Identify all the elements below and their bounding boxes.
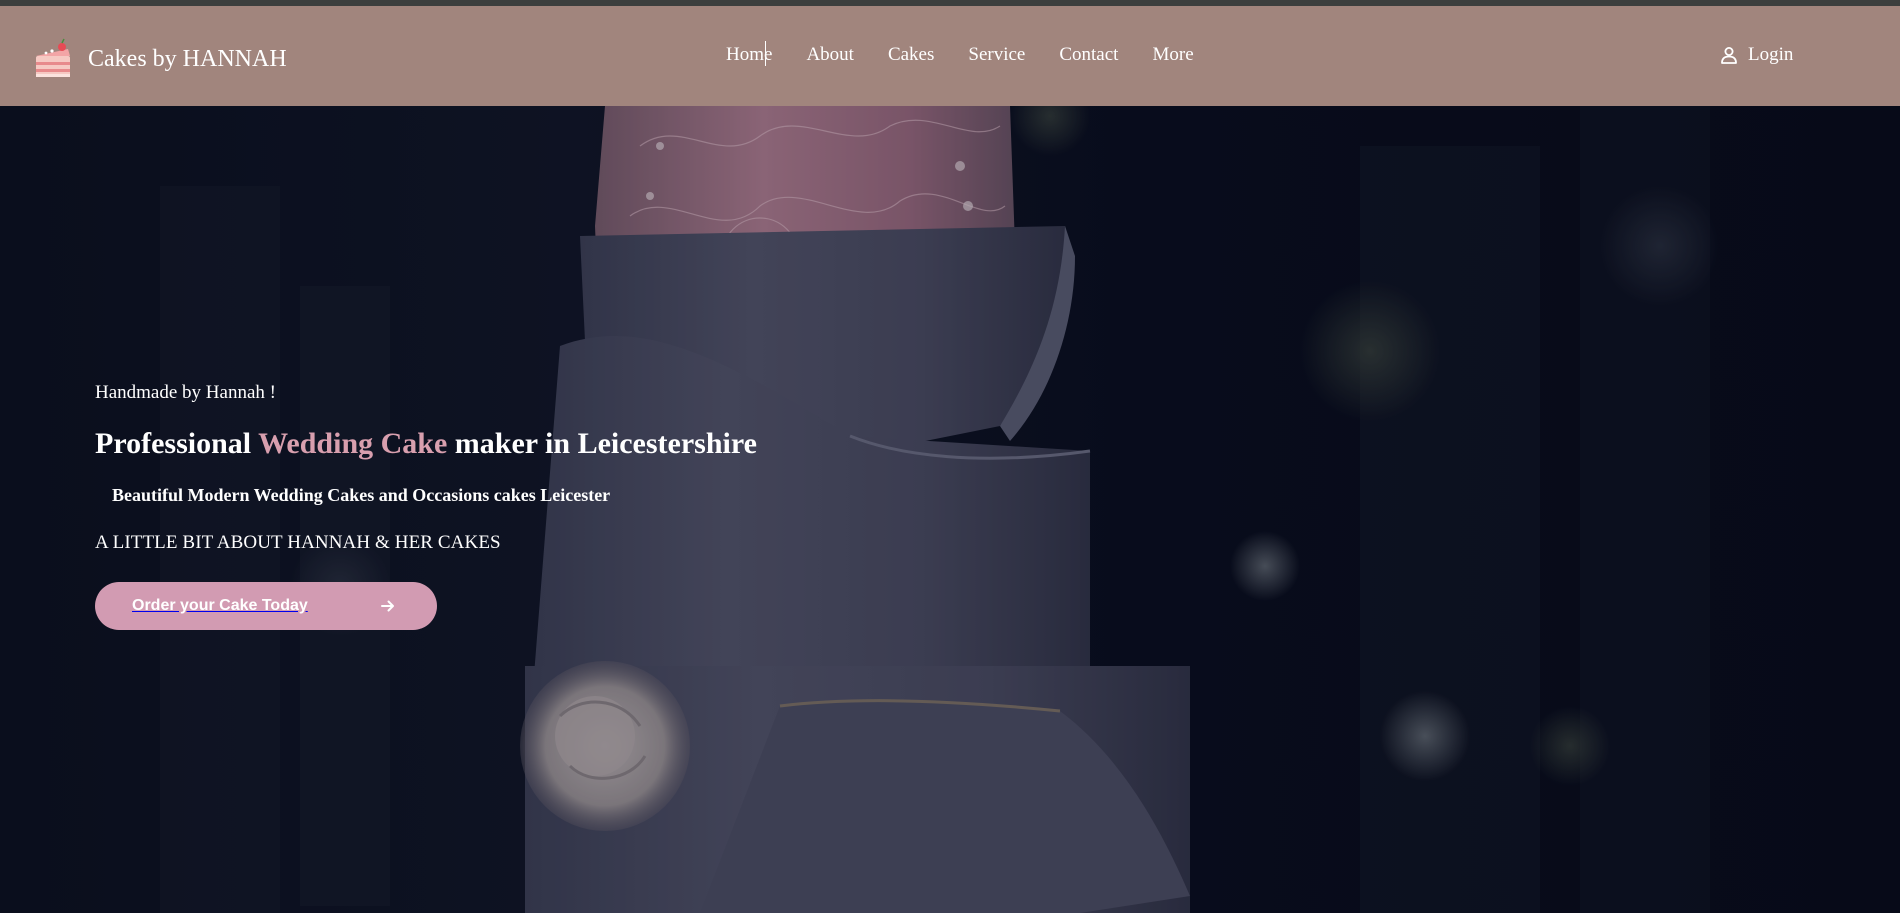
site-header: Cakes by HANNAH Home About Cakes Service… bbox=[0, 6, 1900, 106]
page: Cakes by HANNAH Home About Cakes Service… bbox=[0, 0, 1900, 913]
order-cake-label: Order your Cake Today bbox=[132, 597, 308, 614]
about-hannah-text: A LITTLE BIT ABOUT HANNAH & HER CAKES bbox=[95, 532, 501, 553]
headline-suffix: maker in Leicestershire bbox=[447, 427, 757, 460]
nav-cakes[interactable]: Cakes bbox=[888, 45, 934, 64]
cake-slice-icon bbox=[36, 38, 70, 77]
hero-headline: Professional Wedding Cake maker in Leice… bbox=[95, 429, 995, 459]
main-nav: Home About Cakes Service Contact More bbox=[726, 41, 1228, 66]
nav-contact[interactable]: Contact bbox=[1059, 45, 1118, 64]
brand-link[interactable]: Cakes by HANNAH bbox=[32, 38, 287, 80]
login-label: Login bbox=[1748, 44, 1794, 65]
nav-service[interactable]: Service bbox=[968, 45, 1025, 64]
hero-content: Handmade by Hannah ! Professional Weddin… bbox=[95, 383, 995, 630]
brand-name: Cakes by HANNAH bbox=[88, 45, 287, 72]
headline-prefix: Professional bbox=[95, 427, 259, 460]
order-cake-button[interactable]: Order your Cake Today bbox=[95, 582, 437, 630]
nav-more[interactable]: More bbox=[1152, 45, 1193, 64]
login-button[interactable]: Login bbox=[1720, 45, 1793, 64]
nav-about[interactable]: About bbox=[806, 45, 854, 64]
hero-subheading: Beautiful Modern Wedding Cakes and Occas… bbox=[112, 485, 611, 505]
arrow-right-icon bbox=[381, 600, 394, 612]
headline-accent: Wedding Cake bbox=[258, 427, 448, 460]
hero-eyebrow: Handmade by Hannah ! bbox=[95, 382, 276, 403]
nav-home[interactable]: Home bbox=[726, 41, 772, 66]
user-icon bbox=[1721, 46, 1737, 64]
hero-section: Handmade by Hannah ! Professional Weddin… bbox=[0, 106, 1900, 913]
